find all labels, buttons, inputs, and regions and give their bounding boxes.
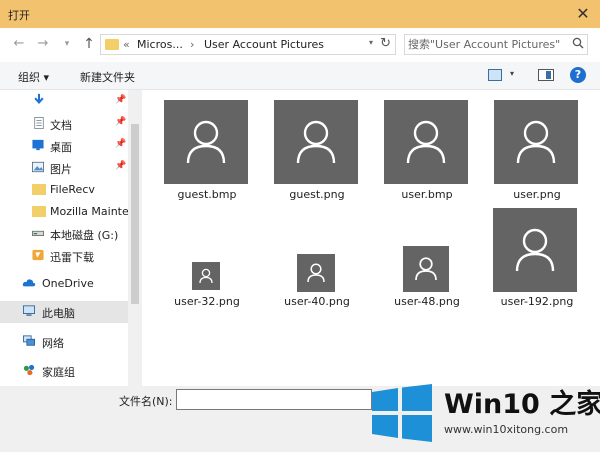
sidebar-item-local-disk[interactable]: 本地磁盘 (G:) <box>0 223 128 245</box>
sidebar-item-label: 网络 <box>42 337 64 350</box>
organize-button[interactable]: 组织 ▾ <box>18 69 49 85</box>
user-avatar-icon <box>274 100 358 184</box>
watermark: Win10 之家 www.win10xitong.com <box>364 381 600 452</box>
search-icon[interactable] <box>572 37 584 49</box>
user-avatar-icon <box>164 100 248 184</box>
file-name: guest.png <box>289 188 345 201</box>
file-name: user-32.png <box>174 295 240 308</box>
user-avatar-icon <box>297 254 335 292</box>
file-item[interactable]: user.png <box>482 100 592 212</box>
folder-icon <box>105 39 119 50</box>
breadcrumb-item[interactable]: User Account Pictures <box>204 38 324 51</box>
user-avatar-icon <box>493 208 577 292</box>
window-title: 打开 <box>8 9 30 22</box>
pictures-icon <box>32 161 44 173</box>
file-item[interactable]: user-40.png <box>262 250 372 310</box>
watermark-brand: Win10 之家 <box>444 389 600 420</box>
sidebar-item-this-pc[interactable]: 此电脑 <box>0 301 128 323</box>
sidebar-item-mozilla[interactable]: Mozilla Mainte <box>0 201 129 223</box>
sidebar-item-label: OneDrive <box>42 277 94 290</box>
sidebar-item-downloads[interactable]: 📌 <box>0 91 128 113</box>
filename-input[interactable] <box>176 389 372 410</box>
file-name: user-48.png <box>394 295 460 308</box>
file-name: user.bmp <box>401 188 453 201</box>
cloud-icon <box>22 279 36 287</box>
search-input[interactable] <box>408 37 568 52</box>
sidebar-scrollbar[interactable] <box>128 90 142 386</box>
new-folder-button[interactable]: 新建文件夹 <box>80 69 135 85</box>
search-box[interactable] <box>404 34 588 55</box>
sidebar-item-label: 家庭组 <box>42 366 75 379</box>
computer-icon <box>23 305 35 316</box>
file-name: user-40.png <box>284 295 350 308</box>
file-item[interactable]: guest.bmp <box>152 100 262 212</box>
filename-label: 文件名(N): <box>119 395 173 408</box>
view-options-icon[interactable] <box>488 69 502 81</box>
scrollbar-thumb[interactable] <box>131 124 139 304</box>
sidebar-item-homegroup[interactable]: 家庭组 <box>0 360 128 382</box>
file-item[interactable]: guest.png <box>262 100 372 212</box>
address-bar[interactable]: « Micros... › User Account Pictures ▾ ↻ <box>100 34 396 55</box>
pin-icon[interactable]: 📌 <box>115 95 126 105</box>
sidebar-item-label: 桌面 <box>50 141 72 154</box>
windows-logo-icon <box>372 384 432 442</box>
user-avatar-icon <box>192 262 220 290</box>
file-item[interactable]: user.bmp <box>372 100 482 212</box>
recent-locations-dropdown[interactable]: ▾ <box>58 35 76 53</box>
sidebar-item-network[interactable]: 网络 <box>0 331 128 353</box>
pin-icon[interactable]: 📌 <box>115 117 126 127</box>
user-avatar-icon <box>384 100 468 184</box>
sidebar-item-xunlei[interactable]: 迅雷下载 <box>0 245 128 267</box>
forward-arrow-icon[interactable]: → <box>34 35 52 53</box>
sidebar-item-label: 图片 <box>50 163 72 176</box>
user-avatar-icon <box>403 246 449 292</box>
file-list: guest.bmp guest.png user.bmp user.png us… <box>142 90 600 386</box>
file-item[interactable]: user-32.png <box>152 258 262 310</box>
sidebar-item-label: 迅雷下载 <box>50 251 94 264</box>
breadcrumb-separator[interactable]: › <box>190 38 194 51</box>
user-avatar-icon <box>494 100 578 184</box>
watermark-url: www.win10xitong.com <box>444 423 569 436</box>
file-name: user-192.png <box>500 295 574 308</box>
pin-icon[interactable]: 📌 <box>115 161 126 171</box>
command-toolbar: 组织 ▾ 新建文件夹 ▾ ? <box>0 62 600 90</box>
sidebar-item-label: 此电脑 <box>42 307 75 320</box>
sidebar-item-desktop[interactable]: 桌面 📌 <box>0 135 128 157</box>
file-item[interactable]: user-192.png <box>482 208 592 310</box>
file-name: user.png <box>513 188 561 201</box>
file-item[interactable]: user-48.png <box>372 244 482 310</box>
back-arrow-icon[interactable]: ← <box>10 35 28 53</box>
desktop-icon <box>32 139 44 151</box>
folder-icon <box>32 206 46 217</box>
folder-icon <box>32 184 46 195</box>
download-folder-icon <box>32 249 44 261</box>
sidebar-item-documents[interactable]: 文档 📌 <box>0 113 128 135</box>
sidebar-item-filerecv[interactable]: FileRecv <box>0 179 128 201</box>
pin-icon[interactable]: 📌 <box>115 139 126 149</box>
documents-icon <box>34 117 44 129</box>
refresh-icon[interactable]: ↻ <box>380 36 391 51</box>
breadcrumb-item[interactable]: Micros... <box>137 38 183 51</box>
sidebar-item-label: 文档 <box>50 119 72 132</box>
drive-icon <box>32 230 44 236</box>
close-icon[interactable]: ✕ <box>572 3 594 25</box>
breadcrumb-overflow[interactable]: « <box>123 38 130 51</box>
sidebar-item-label: 本地磁盘 (G:) <box>50 229 119 242</box>
sidebar-item-label: Mozilla Mainte <box>50 205 129 218</box>
navigation-bar: ← → ▾ ↑ « Micros... › User Account Pictu… <box>0 28 600 62</box>
sidebar-item-label: FileRecv <box>50 183 95 196</box>
network-icon <box>23 335 35 346</box>
help-icon[interactable]: ? <box>570 67 586 83</box>
sidebar-item-pictures[interactable]: 图片 📌 <box>0 157 128 179</box>
navigation-pane: 📌 文档 📌 桌面 📌 图片 📌 FileRecv Mozilla Mainte <box>0 90 142 386</box>
title-bar: 打开 ✕ <box>0 0 600 28</box>
sidebar-item-onedrive[interactable]: OneDrive <box>0 273 128 295</box>
up-arrow-icon[interactable]: ↑ <box>80 35 98 53</box>
chevron-down-icon[interactable]: ▾ <box>510 69 514 78</box>
preview-pane-icon[interactable] <box>538 69 554 81</box>
chevron-down-icon[interactable]: ▾ <box>369 38 373 47</box>
homegroup-icon <box>23 364 35 376</box>
download-arrow-icon <box>34 93 44 104</box>
file-name: guest.bmp <box>177 188 237 201</box>
